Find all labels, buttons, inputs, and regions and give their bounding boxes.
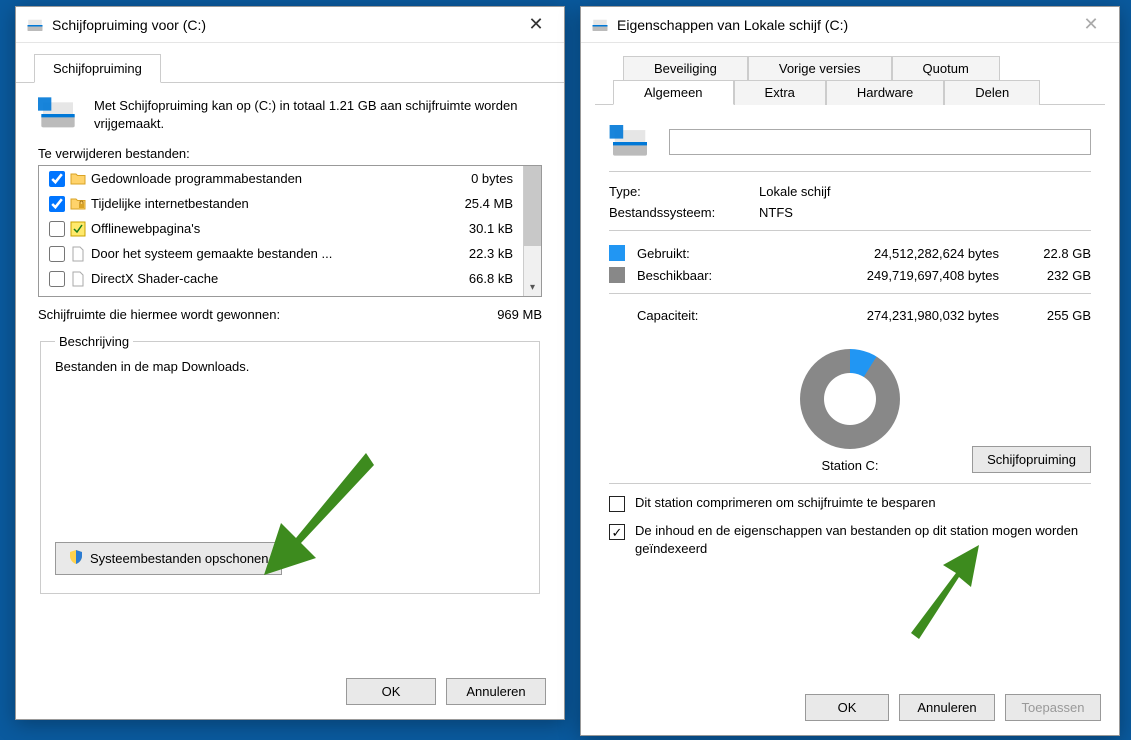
disk-cleanup-button[interactable]: Schijfopruiming (972, 446, 1091, 473)
used-gb: 22.8 GB (1019, 246, 1091, 261)
file-checkbox[interactable] (49, 221, 65, 237)
clean-system-files-label: Systeembestanden opschonen (90, 551, 269, 566)
tab-security[interactable]: Beveiliging (623, 56, 748, 80)
cancel-button[interactable]: Annuleren (899, 694, 995, 721)
apply-button[interactable]: Toepassen (1005, 694, 1101, 721)
window-title: Schijfopruiming voor (C:) (52, 17, 516, 33)
used-swatch (609, 245, 625, 261)
folder-lock-icon (69, 195, 87, 213)
description-text: Bestanden in de map Downloads. (55, 359, 525, 374)
tab-sharing[interactable]: Delen (944, 80, 1040, 105)
tab-strip: Schijfopruiming (16, 43, 564, 83)
list-item[interactable]: Tijdelijke internetbestanden 25.4 MB (39, 191, 523, 216)
cancel-button[interactable]: Annuleren (446, 678, 546, 705)
tab-cleanup[interactable]: Schijfopruiming (34, 54, 161, 83)
close-icon[interactable]: ✕ (1071, 11, 1111, 39)
file-size: 25.4 MB (439, 196, 517, 211)
index-label: De inhoud en de eigenschappen van bestan… (635, 522, 1091, 557)
drive-name-input[interactable] (669, 129, 1091, 155)
chevron-down-icon[interactable]: ▾ (524, 278, 541, 296)
capacity-gb: 255 GB (1019, 308, 1091, 323)
tab-extra[interactable]: Extra (734, 80, 826, 105)
window-title: Eigenschappen van Lokale schijf (C:) (617, 17, 1071, 33)
free-bytes: 249,719,697,408 bytes (747, 268, 1019, 283)
file-name: Tijdelijke internetbestanden (91, 196, 439, 211)
free-gb: 232 GB (1019, 268, 1091, 283)
tab-hardware[interactable]: Hardware (826, 80, 944, 105)
station-label: Station C: (821, 458, 878, 473)
file-name: Offlinewebpagina's (91, 221, 439, 236)
intro-text: Met Schijfopruiming kan op (C:) in totaa… (94, 97, 542, 132)
file-checkbox[interactable] (49, 196, 65, 212)
drive-icon-large (609, 125, 651, 159)
list-item[interactable]: DirectX Shader-cache 66.8 kB (39, 266, 523, 291)
file-size: 0 bytes (439, 171, 517, 186)
file-checkbox[interactable] (49, 271, 65, 287)
capacity-label: Capaciteit: (609, 308, 747, 323)
gain-value: 969 MB (497, 307, 542, 322)
shield-icon (68, 549, 84, 568)
file-icon (69, 245, 87, 263)
used-label: Gebruikt: (637, 246, 747, 261)
index-checkbox[interactable] (609, 524, 625, 540)
ok-button[interactable]: OK (346, 678, 436, 705)
list-item[interactable]: Door het systeem gemaakte bestanden ... … (39, 241, 523, 266)
folder-icon (69, 170, 87, 188)
type-value: Lokale schijf (759, 184, 831, 199)
compress-label: Dit station comprimeren om schijfruimte … (635, 494, 936, 512)
file-name: Door het systeem gemaakte bestanden ... (91, 246, 439, 261)
filesystem-label: Bestandssysteem: (609, 205, 759, 220)
annotation-arrow (901, 543, 991, 643)
annotation-arrow (256, 443, 376, 583)
file-list: Gedownloade programmabestanden 0 bytes T… (38, 165, 542, 297)
clean-system-files-button[interactable]: Systeembestanden opschonen (55, 542, 282, 575)
file-name: DirectX Shader-cache (91, 271, 439, 286)
scroll-thumb[interactable] (524, 166, 541, 246)
list-label: Te verwijderen bestanden: (38, 146, 542, 161)
drive-icon-large (38, 97, 78, 132)
drive-icon (26, 16, 44, 34)
titlebar: Eigenschappen van Lokale schijf (C:) ✕ (581, 7, 1119, 43)
compress-checkbox[interactable] (609, 496, 625, 512)
list-item[interactable]: Gedownloade programmabestanden 0 bytes (39, 166, 523, 191)
free-swatch (609, 267, 625, 283)
file-size: 66.8 kB (439, 271, 517, 286)
filesystem-value: NTFS (759, 205, 793, 220)
file-icon (69, 270, 87, 288)
tab-previous-versions[interactable]: Vorige versies (748, 56, 892, 80)
usage-donut-chart (800, 349, 900, 449)
file-checkbox[interactable] (49, 246, 65, 262)
content-area: Type:Lokale schijf Bestandssysteem:NTFS … (581, 105, 1119, 557)
titlebar: Schijfopruiming voor (C:) ✕ (16, 7, 564, 43)
used-bytes: 24,512,282,624 bytes (747, 246, 1019, 261)
file-name: Gedownloade programmabestanden (91, 171, 439, 186)
free-label: Beschikbaar: (637, 268, 747, 283)
gain-label: Schijfruimte die hiermee wordt gewonnen: (38, 307, 280, 322)
list-item[interactable]: Offlinewebpagina's 30.1 kB (39, 216, 523, 241)
close-icon[interactable]: ✕ (516, 11, 556, 39)
offline-icon (69, 220, 87, 238)
file-size: 30.1 kB (439, 221, 517, 236)
drive-properties-dialog: Eigenschappen van Lokale schijf (C:) ✕ B… (580, 6, 1120, 736)
drive-icon (591, 16, 609, 34)
tab-general[interactable]: Algemeen (613, 80, 734, 105)
tab-quota[interactable]: Quotum (892, 56, 1000, 80)
ok-button[interactable]: OK (805, 694, 889, 721)
disk-cleanup-dialog: Schijfopruiming voor (C:) ✕ Schijfopruim… (15, 6, 565, 720)
description-legend: Beschrijving (55, 334, 133, 349)
file-checkbox[interactable] (49, 171, 65, 187)
file-size: 22.3 kB (439, 246, 517, 261)
scrollbar[interactable]: ▾ (523, 166, 541, 296)
capacity-bytes: 274,231,980,032 bytes (747, 308, 1019, 323)
type-label: Type: (609, 184, 759, 199)
